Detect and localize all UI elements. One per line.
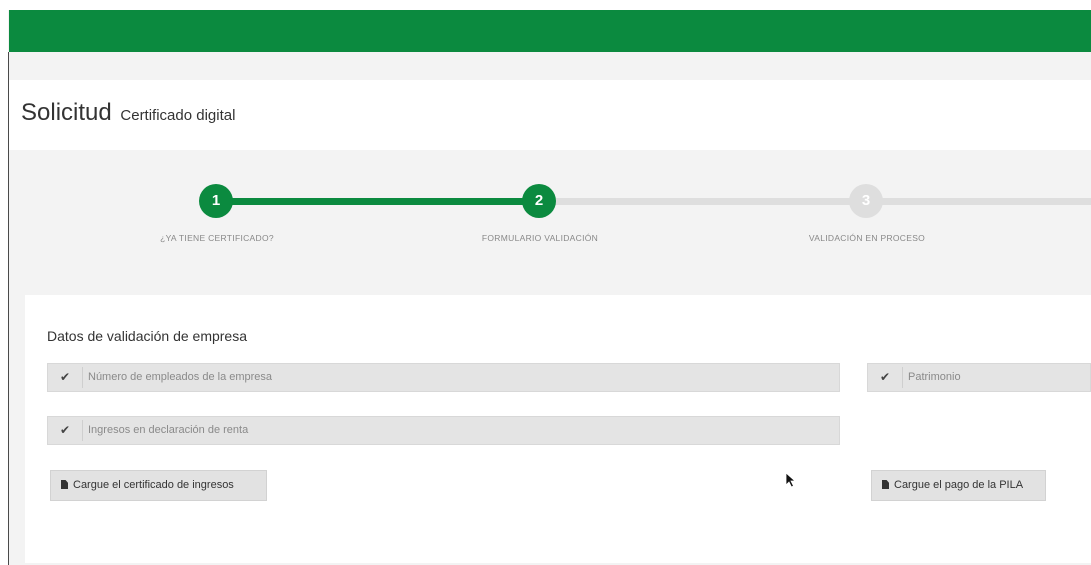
employees-placeholder: Número de empleados de la empresa <box>88 371 273 383</box>
top-margin <box>8 0 1091 10</box>
ingresos-placeholder: Ingresos en declaración de renta <box>88 424 249 436</box>
check-icon: ✔ <box>879 370 891 384</box>
stepper-track-pending <box>549 198 1091 205</box>
page-title: Solicitud Certificado digital <box>21 99 235 127</box>
step-1-circle[interactable]: 1 <box>199 184 233 218</box>
left-margin <box>0 0 8 565</box>
check-icon: ✔ <box>59 370 71 384</box>
field-separator <box>902 367 903 388</box>
upload-income-certificate-button[interactable]: Cargue el certificado de ingresos <box>50 470 267 501</box>
validation-form-card: Datos de validación de empresa ✔ Número … <box>25 295 1091 563</box>
file-icon <box>882 480 889 489</box>
top-brand-bar <box>9 10 1091 52</box>
page-subtitle: Certificado digital <box>120 107 236 124</box>
stepper-track-complete <box>229 198 549 205</box>
patrimonio-placeholder: Patrimonio <box>908 371 961 383</box>
step-3-label: VALIDACIÓN EN PROCESO <box>808 233 926 243</box>
mouse-cursor-icon <box>785 472 797 488</box>
step-1-label: ¿YA TIENE CERTIFICADO? <box>160 233 274 243</box>
step-3-number: 3 <box>861 192 871 209</box>
section-title: Datos de validación de empresa <box>47 328 248 344</box>
page-header: Solicitud Certificado digital <box>9 80 1091 150</box>
upload-pila-button[interactable]: Cargue el pago de la PILA <box>871 470 1046 501</box>
field-separator <box>82 367 83 388</box>
upload-income-label: Cargue el certificado de ingresos <box>73 479 234 491</box>
progress-stepper: 1 2 3 ¿YA TIENE CERTIFICADO? FORMULARIO … <box>9 160 1091 270</box>
upload-pila-label: Cargue el pago de la PILA <box>894 479 1024 491</box>
patrimonio-field[interactable]: ✔ Patrimonio <box>867 363 1091 392</box>
field-separator <box>82 420 83 441</box>
step-2-label: FORMULARIO VALIDACIÓN <box>481 233 599 243</box>
step-3-circle: 3 <box>849 184 883 218</box>
step-2-number: 2 <box>534 192 544 209</box>
app-window: Solicitud Certificado digital 1 2 3 ¿YA … <box>0 0 1091 565</box>
step-1-number: 1 <box>211 192 221 209</box>
step-2-circle[interactable]: 2 <box>522 184 556 218</box>
check-icon: ✔ <box>59 423 71 437</box>
file-icon <box>61 480 68 489</box>
employees-field[interactable]: ✔ Número de empleados de la empresa <box>47 363 840 392</box>
page-title-main: Solicitud <box>21 99 112 126</box>
ingresos-field[interactable]: ✔ Ingresos en declaración de renta <box>47 416 840 445</box>
